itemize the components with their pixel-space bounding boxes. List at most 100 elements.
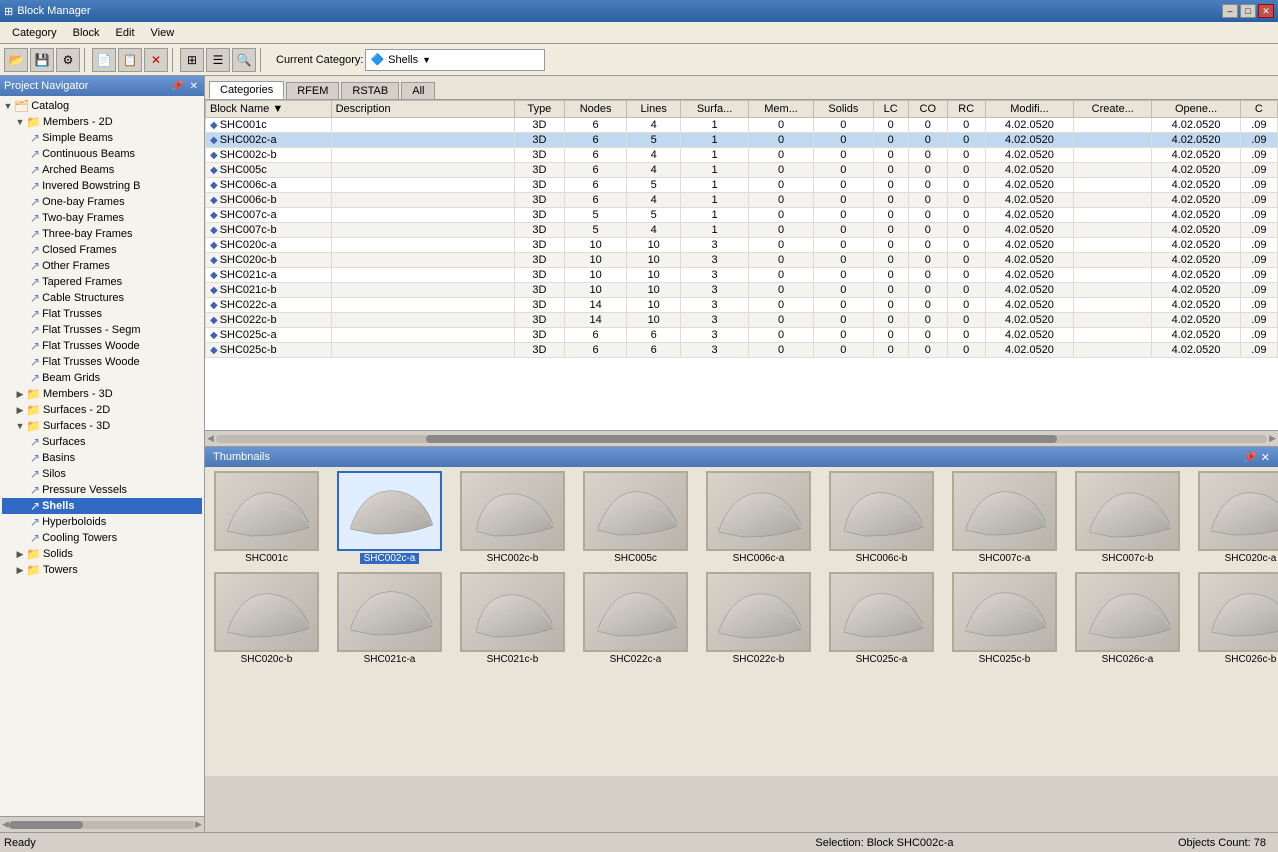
expand-members2d-icon[interactable]: ▼ [14, 117, 26, 127]
tree-item-pressure-vessels[interactable]: ↗ Pressure Vessels [2, 482, 202, 498]
thumbnail-image[interactable] [214, 471, 319, 551]
tree-item-one-bay[interactable]: ↗ One-bay Frames [2, 194, 202, 210]
thumbnail-item[interactable]: SHC002c-a [332, 471, 447, 564]
tree-item-flat-trusses-segm[interactable]: ↗ Flat Trusses - Segm [2, 322, 202, 338]
tree-item-two-bay[interactable]: ↗ Two-bay Frames [2, 210, 202, 226]
tree-item-surfaces-3d[interactable]: ▼ 📁 Surfaces - 3D [2, 418, 202, 434]
thumbnail-image[interactable] [952, 572, 1057, 652]
expand-solids-icon[interactable]: ▶ [14, 549, 26, 560]
tree-item-shells[interactable]: ↗ Shells [2, 498, 202, 514]
thumbnail-item[interactable]: SHC022c-a [578, 572, 693, 665]
tree-item-flat-trusses-woode2[interactable]: ↗ Flat Trusses Woode [2, 354, 202, 370]
thumbnail-image[interactable] [1198, 471, 1278, 551]
col-type[interactable]: Type [514, 101, 564, 118]
copy-button[interactable]: 📋 [118, 48, 142, 72]
table-row[interactable]: ◆SHC007c-b 3D 5 4 1 0 0 0 0 0 4.02.0520 … [206, 223, 1278, 238]
table-row[interactable]: ◆SHC001c 3D 6 4 1 0 0 0 0 0 4.02.0520 4.… [206, 118, 1278, 133]
tree-item-beam-grids[interactable]: ↗ Beam Grids [2, 370, 202, 386]
thumbnail-item[interactable]: SHC002c-b [455, 471, 570, 564]
zoom-button[interactable]: 🔍 [232, 48, 256, 72]
col-block-name[interactable]: Block Name ▼ [206, 101, 332, 118]
col-surfaces[interactable]: Surfa... [681, 101, 749, 118]
table-row[interactable]: ◆SHC007c-a 3D 5 5 1 0 0 0 0 0 4.02.0520 … [206, 208, 1278, 223]
col-lines[interactable]: Lines [627, 101, 681, 118]
tab-rfem[interactable]: RFEM [286, 82, 339, 99]
tree-item-towers[interactable]: ▶ 📁 Towers [2, 562, 202, 578]
thumbnail-image[interactable] [706, 471, 811, 551]
expand-towers-icon[interactable]: ▶ [14, 565, 26, 576]
nav-scroll-thumb[interactable] [9, 821, 83, 829]
thumbnail-item[interactable]: SHC005c [578, 471, 693, 564]
minimize-button[interactable]: – [1222, 4, 1238, 18]
table-row[interactable]: ◆SHC020c-a 3D 10 10 3 0 0 0 0 0 4.02.052… [206, 238, 1278, 253]
tree-item-members-2d[interactable]: ▼ 📁 Members - 2D [2, 114, 202, 130]
thumbnail-image[interactable] [829, 572, 934, 652]
table-row[interactable]: ◆SHC002c-a 3D 6 5 1 0 0 0 0 0 4.02.0520 … [206, 133, 1278, 148]
category-dropdown[interactable]: 🔷 Shells ▼ [365, 49, 545, 71]
col-rc[interactable]: RC [947, 101, 985, 118]
tree-item-solids[interactable]: ▶ 📁 Solids [2, 546, 202, 562]
col-c[interactable]: C [1240, 101, 1277, 118]
new-button[interactable]: 📄 [92, 48, 116, 72]
table-row[interactable]: ◆SHC002c-b 3D 6 4 1 0 0 0 0 0 4.02.0520 … [206, 148, 1278, 163]
thumbnail-image[interactable] [952, 471, 1057, 551]
tab-rstab[interactable]: RSTAB [341, 82, 399, 99]
thumbnail-image[interactable] [1075, 471, 1180, 551]
nav-scroll-track[interactable] [9, 821, 195, 829]
thumbnail-item[interactable]: SHC020c-a [1193, 471, 1278, 564]
menu-block[interactable]: Block [65, 25, 108, 41]
tab-categories[interactable]: Categories [209, 81, 284, 99]
col-create[interactable]: Create... [1074, 101, 1152, 118]
thumbnail-item[interactable]: SHC007c-a [947, 471, 1062, 564]
thumbnail-image[interactable] [337, 471, 442, 551]
tree-item-simple-beams[interactable]: ↗ Simple Beams [2, 130, 202, 146]
tree-item-flat-trusses[interactable]: ↗ Flat Trusses [2, 306, 202, 322]
table-row[interactable]: ◆SHC021c-b 3D 10 10 3 0 0 0 0 0 4.02.052… [206, 283, 1278, 298]
table-row[interactable]: ◆SHC022c-a 3D 14 10 3 0 0 0 0 0 4.02.052… [206, 298, 1278, 313]
settings-button[interactable]: ⚙ [56, 48, 80, 72]
thumbnail-item[interactable]: SHC007c-b [1070, 471, 1185, 564]
maximize-button[interactable]: □ [1240, 4, 1256, 18]
col-description[interactable]: Description [331, 101, 514, 118]
thumbnails-pin-button[interactable]: 📌 [1243, 451, 1257, 464]
tree-item-three-bay[interactable]: ↗ Three-bay Frames [2, 226, 202, 242]
table-row[interactable]: ◆SHC025c-b 3D 6 6 3 0 0 0 0 0 4.02.0520 … [206, 343, 1278, 358]
tree-item-silos[interactable]: ↗ Silos [2, 466, 202, 482]
navigator-close-button[interactable]: ✕ [188, 81, 200, 92]
tree-item-arched-beams[interactable]: ↗ Arched Beams [2, 162, 202, 178]
thumbnail-item[interactable]: SHC021c-a [332, 572, 447, 665]
h-scroll-thumb[interactable] [426, 435, 1057, 443]
grid-view-button[interactable]: ⊞ [180, 48, 204, 72]
thumbnail-item[interactable]: SHC026c-a [1070, 572, 1185, 665]
thumbnail-image[interactable] [583, 471, 688, 551]
col-opene[interactable]: Opene... [1152, 101, 1240, 118]
col-mem[interactable]: Mem... [749, 101, 814, 118]
save-button[interactable]: 💾 [30, 48, 54, 72]
expand-surfaces2d-icon[interactable]: ▶ [14, 405, 26, 416]
h-scroll-track[interactable] [216, 435, 1267, 443]
navigator-scrollbar[interactable]: ◀ ▶ [0, 816, 204, 832]
tree-item-surfaces-2d[interactable]: ▶ 📁 Surfaces - 2D [2, 402, 202, 418]
navigator-pin-button[interactable]: 📌 [169, 81, 185, 92]
table-row[interactable]: ◆SHC021c-a 3D 10 10 3 0 0 0 0 0 4.02.052… [206, 268, 1278, 283]
menu-view[interactable]: View [143, 25, 183, 41]
menu-edit[interactable]: Edit [108, 25, 143, 41]
thumbnail-image[interactable] [1075, 572, 1180, 652]
thumbnail-item[interactable]: SHC025c-a [824, 572, 939, 665]
tree-item-continuous-beams[interactable]: ↗ Continuous Beams [2, 146, 202, 162]
open-button[interactable]: 📂 [4, 48, 28, 72]
expand-surfaces3d-icon[interactable]: ▼ [14, 421, 26, 431]
tree-item-surfaces[interactable]: ↗ Surfaces [2, 434, 202, 450]
table-row[interactable]: ◆SHC006c-a 3D 6 5 1 0 0 0 0 0 4.02.0520 … [206, 178, 1278, 193]
list-view-button[interactable]: ☰ [206, 48, 230, 72]
col-lc[interactable]: LC [873, 101, 908, 118]
tree-item-cable[interactable]: ↗ Cable Structures [2, 290, 202, 306]
thumbnail-item[interactable]: SHC001c [209, 471, 324, 564]
thumbnail-item[interactable]: SHC025c-b [947, 572, 1062, 665]
tree-item-invered-bowstring[interactable]: ↗ Invered Bowstring B [2, 178, 202, 194]
menu-category[interactable]: Category [4, 25, 65, 41]
tree-item-tapered[interactable]: ↗ Tapered Frames [2, 274, 202, 290]
tree-item-basins[interactable]: ↗ Basins [2, 450, 202, 466]
col-nodes[interactable]: Nodes [564, 101, 626, 118]
thumbnail-image[interactable] [460, 572, 565, 652]
